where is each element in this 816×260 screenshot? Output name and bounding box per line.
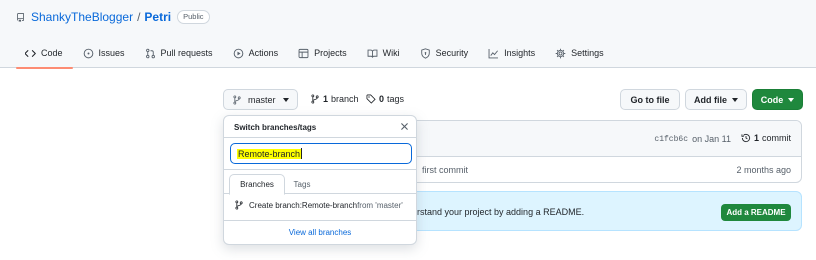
repo-nav: Code Issues Pull requests Actions Projec… <box>16 38 614 69</box>
tab-projects-label: Projects <box>314 48 347 58</box>
add-readme-label: Add a README <box>726 208 786 217</box>
dropdown-tabs: Branches Tags <box>224 174 416 195</box>
tab-settings[interactable]: Settings <box>545 38 614 68</box>
book-icon <box>367 49 378 58</box>
commit-date: on Jan 11 <box>692 134 731 144</box>
branch-count-label: branch <box>331 94 359 104</box>
tab-code-label: Code <box>41 48 63 58</box>
create-branch-item[interactable]: Create branch: Remote-branch from 'maste… <box>224 194 416 216</box>
add-file-button[interactable]: Add file <box>685 89 747 110</box>
branch-filter-value: Remote-branch <box>237 148 302 159</box>
tab-security-label: Security <box>435 48 469 58</box>
file-commit-message[interactable]: first commit <box>422 165 468 175</box>
dropdown-header: Switch branches/tags <box>224 116 416 138</box>
tag-count: 0 <box>379 94 385 104</box>
gear-icon <box>555 48 566 58</box>
add-readme-button[interactable]: Add a README <box>721 204 791 221</box>
go-to-file-button[interactable]: Go to file <box>620 89 680 110</box>
tab-branches-label: Branches <box>240 180 274 189</box>
chevron-down-icon <box>282 97 289 102</box>
tab-issues-label: Issues <box>98 48 125 58</box>
chevron-down-icon <box>732 97 738 102</box>
repo-header: ShankyTheBlogger / Petri Public Code Iss… <box>0 0 816 69</box>
repo-separator: / <box>137 10 141 24</box>
branch-switcher-dropdown: Switch branches/tags Remote-branch Branc… <box>223 115 417 245</box>
repo-title: ShankyTheBlogger / Petri Public <box>16 9 210 25</box>
readme-banner-text: rstand your project by adding a README. <box>417 207 585 217</box>
code-button[interactable]: Code <box>752 89 803 110</box>
close-icon[interactable] <box>399 121 410 132</box>
tab-issues[interactable]: Issues <box>73 38 135 68</box>
text-cursor <box>301 148 303 159</box>
file-list: c1fcb6c on Jan 11 1 commit first commit … <box>406 120 802 183</box>
tab-actions-label: Actions <box>248 48 279 58</box>
latest-commit-row: c1fcb6c on Jan 11 1 commit <box>407 121 801 157</box>
create-branch-name: Remote-branch <box>301 200 358 210</box>
commit-sha-link[interactable]: c1fcb6c <box>654 135 688 144</box>
repo-icon <box>16 12 25 23</box>
tab-projects[interactable]: Projects <box>288 38 357 68</box>
tag-count-label: tags <box>387 94 405 104</box>
tab-wiki[interactable]: Wiki <box>357 38 410 68</box>
go-to-file-label: Go to file <box>630 94 670 105</box>
history-icon <box>741 133 750 143</box>
create-branch-source: from 'master' <box>357 200 403 210</box>
table-icon <box>298 48 309 58</box>
commit-count: 1 <box>753 133 759 143</box>
tab-settings-label: Settings <box>571 48 604 58</box>
tab-actions[interactable]: Actions <box>223 38 289 68</box>
dropdown-filter: Remote-branch <box>224 138 416 170</box>
view-all-branches-link[interactable]: View all branches <box>224 220 416 244</box>
tab-code[interactable]: Code <box>16 38 73 69</box>
tab-branches[interactable]: Branches <box>229 174 285 195</box>
chevron-down-icon <box>788 97 795 102</box>
branches-link[interactable]: 1 branch <box>310 94 359 104</box>
tab-insights-label: Insights <box>504 48 536 58</box>
tab-pull-requests[interactable]: Pull requests <box>135 38 223 68</box>
issue-icon <box>83 48 93 58</box>
tab-wiki-label: Wiki <box>382 48 400 58</box>
branch-icon <box>233 94 241 105</box>
tab-security[interactable]: Security <box>410 38 479 68</box>
branch-selector-button[interactable]: master <box>223 89 298 110</box>
tab-insights[interactable]: Insights <box>478 38 545 68</box>
shield-icon <box>420 47 430 59</box>
play-icon <box>233 48 243 58</box>
add-file-label: Add file <box>694 94 727 105</box>
dropdown-title: Switch branches/tags <box>234 123 317 132</box>
branch-icon <box>235 200 243 210</box>
tab-pull-requests-label: Pull requests <box>160 48 213 58</box>
tab-tags-label: Tags <box>293 179 311 189</box>
visibility-badge: Public <box>177 10 210 24</box>
commits-link[interactable]: 1 commit <box>741 133 791 143</box>
tab-tags[interactable]: Tags <box>286 174 318 194</box>
commit-count-label: commit <box>762 133 791 143</box>
file-commit-age: 2 months ago <box>736 165 791 175</box>
branch-icon <box>311 94 319 104</box>
current-branch-label: master <box>248 94 276 105</box>
branch-count: 1 <box>323 94 329 104</box>
create-branch-prefix: Create branch: <box>249 200 302 210</box>
tag-icon <box>366 94 376 104</box>
tags-link[interactable]: 0 tags <box>366 94 404 104</box>
repo-name-link[interactable]: Petri <box>144 10 171 24</box>
pull-request-icon <box>145 48 155 58</box>
repo-owner-link[interactable]: ShankyTheBlogger <box>31 10 133 24</box>
code-icon <box>25 49 36 57</box>
code-button-label: Code <box>760 94 784 105</box>
readme-banner: rstand your project by adding a README. … <box>406 191 802 231</box>
graph-icon <box>488 48 499 58</box>
file-row: first commit 2 months ago <box>407 157 801 182</box>
view-all-branches-label: View all branches <box>288 228 352 237</box>
branch-filter-input[interactable]: Remote-branch <box>230 143 412 164</box>
